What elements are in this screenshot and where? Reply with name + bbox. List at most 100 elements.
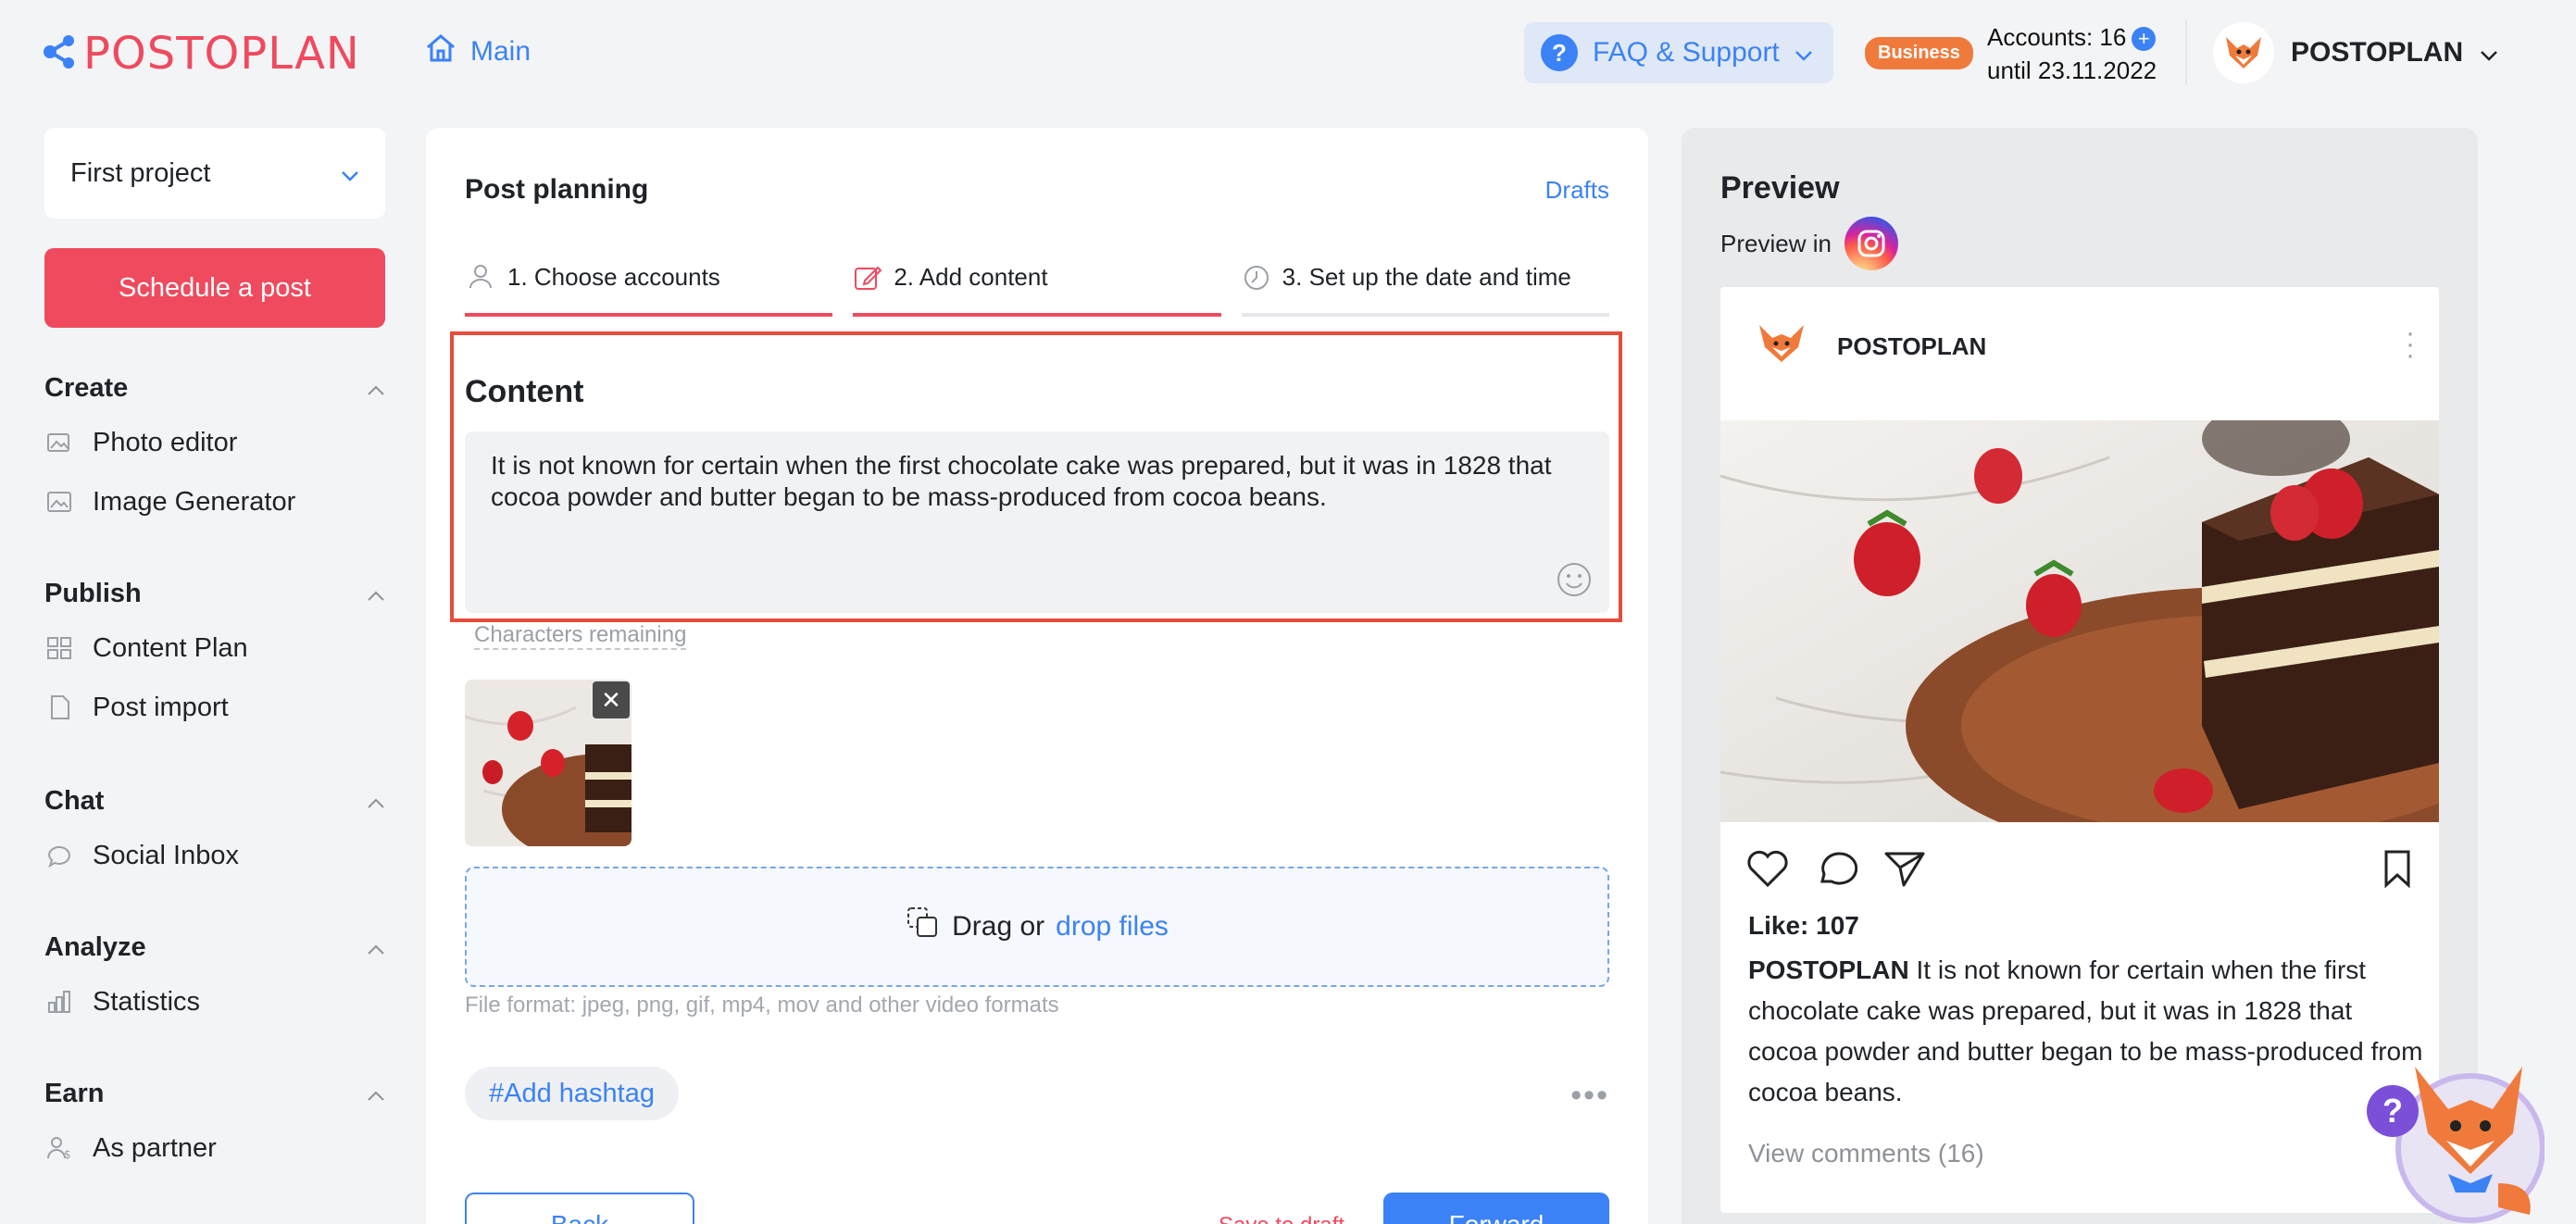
- nav-head-publish[interactable]: Publish: [44, 574, 385, 613]
- caption-user: POSTOPLAN: [1748, 955, 1909, 984]
- accounts-count: Accounts: 16: [1987, 23, 2127, 51]
- nav-title: Earn: [44, 1078, 105, 1108]
- post-caption: POSTOPLAN It is not known for certain wh…: [1748, 950, 2424, 1113]
- content-textarea[interactable]: It is not known for certain when the fir…: [465, 431, 1609, 613]
- chevron-down-icon: [1794, 37, 1813, 69]
- faq-support-button[interactable]: ? FAQ & Support: [1524, 22, 1833, 83]
- schedule-post-button[interactable]: Schedule a post: [44, 248, 385, 328]
- sidebar-item-as-partner[interactable]: $ As partner: [44, 1118, 385, 1178]
- nav-title: Create: [44, 372, 129, 403]
- step-label: 1. Choose accounts: [507, 263, 720, 291]
- preview-panel: Preview Preview in POSTOPLAN · · · Like:…: [1682, 128, 2478, 1224]
- csv-file-icon: [44, 693, 74, 722]
- project-select[interactable]: First project: [44, 128, 385, 219]
- sidebar-item-statistics[interactable]: Statistics: [44, 972, 385, 1031]
- view-comments-link[interactable]: View comments (16): [1748, 1139, 1984, 1168]
- help-assistant-button[interactable]: ?: [2359, 1044, 2545, 1224]
- emoji-icon[interactable]: [1556, 561, 1593, 598]
- faq-label: FAQ & Support: [1593, 37, 1780, 68]
- chevron-up-icon: [367, 786, 385, 817]
- save-to-draft-link[interactable]: Save to draft: [1219, 1213, 1344, 1224]
- characters-remaining[interactable]: Characters remaining: [474, 622, 687, 650]
- back-button[interactable]: Back: [465, 1193, 694, 1224]
- nav-section-chat: Chat Social Inbox: [44, 781, 385, 885]
- add-account-icon[interactable]: +: [2132, 27, 2157, 52]
- main-link-label: Main: [470, 36, 531, 67]
- preview-in: Preview in: [1720, 217, 1898, 270]
- user-menu[interactable]: POSTOPLAN: [2213, 22, 2498, 83]
- forward-button[interactable]: Forward: [1383, 1193, 1609, 1224]
- nav-section-analyze: Analyze Statistics: [44, 928, 385, 1031]
- bar-chart-icon: [44, 987, 74, 1017]
- sidebar-item-label: Statistics: [93, 986, 201, 1017]
- sidebar-item-photo-editor[interactable]: Photo editor: [44, 413, 385, 472]
- nav-title: Chat: [44, 785, 105, 816]
- sidebar-item-label: Image Generator: [93, 486, 296, 517]
- drop-files-link[interactable]: drop files: [1056, 911, 1169, 943]
- sidebar-item-image-generator[interactable]: Image Generator: [44, 472, 385, 531]
- photo-edit-icon: [44, 428, 74, 457]
- clock-icon: [1242, 263, 1271, 299]
- sidebar-item-post-import[interactable]: Post import: [44, 678, 385, 737]
- comment-icon[interactable]: [1815, 848, 1858, 893]
- sidebar-item-social-inbox[interactable]: Social Inbox: [44, 826, 385, 885]
- tab-choose-accounts[interactable]: 1. Choose accounts: [465, 263, 833, 317]
- project-name: First project: [70, 157, 211, 188]
- post-account-name: POSTOPLAN: [1837, 331, 1987, 360]
- panel-title: Post planning: [465, 174, 649, 205]
- instagram-icon[interactable]: [1844, 217, 1898, 270]
- file-dropzone[interactable]: Drag or drop files: [465, 867, 1609, 987]
- nav-head-create[interactable]: Create: [44, 368, 385, 407]
- home-icon: [424, 33, 457, 70]
- heart-icon[interactable]: [1746, 849, 1789, 893]
- sidebar-item-content-plan[interactable]: Content Plan: [44, 618, 385, 678]
- chevron-up-icon: [367, 1079, 385, 1109]
- main-link[interactable]: Main: [424, 33, 531, 70]
- share-icon: [43, 34, 76, 74]
- nav-head-earn[interactable]: Earn: [44, 1074, 385, 1113]
- post-image: [1720, 402, 2439, 865]
- svg-text:?: ?: [2382, 1092, 2403, 1130]
- nav-section-publish: Publish Content Plan Post import: [44, 574, 385, 737]
- tab-set-date-time[interactable]: 3. Set up the date and time: [1241, 263, 1609, 317]
- post-menu-icon[interactable]: · · ·: [2406, 319, 2415, 369]
- step-label: 3. Set up the date and time: [1282, 263, 1571, 291]
- partner-icon: $: [44, 1133, 74, 1163]
- instagram-post-preview: POSTOPLAN · · · Like: 107 POSTOPLAN It i…: [1720, 287, 2439, 1213]
- preview-in-label: Preview in: [1720, 229, 1832, 257]
- nav-head-analyze[interactable]: Analyze: [44, 928, 385, 967]
- plan-badge: Business: [1865, 37, 1973, 69]
- nav-section-earn: Earn $ As partner: [44, 1074, 385, 1178]
- accounts-until: until 23.11.2022: [1987, 56, 2157, 84]
- edit-icon: [853, 263, 882, 299]
- nav-section-create: Create Photo editor Image Generator: [44, 368, 385, 531]
- tab-add-content[interactable]: 2. Add content: [853, 263, 1221, 317]
- likes-count: Like: 107: [1748, 911, 1859, 940]
- nav-head-chat[interactable]: Chat: [44, 781, 385, 820]
- remove-image-icon[interactable]: ✕: [593, 681, 630, 718]
- nav-title: Analyze: [44, 931, 146, 962]
- more-options-icon[interactable]: •••: [1570, 1078, 1609, 1114]
- chat-bubble-icon: [44, 841, 74, 870]
- sidebar-item-label: Content Plan: [93, 632, 248, 663]
- bookmark-icon[interactable]: [2382, 849, 2413, 893]
- nav-title: Publish: [44, 578, 142, 608]
- send-icon[interactable]: [1883, 849, 1926, 893]
- sidebar-item-label: Photo editor: [93, 427, 238, 457]
- drafts-link[interactable]: Drafts: [1545, 176, 1609, 205]
- preview-title: Preview: [1720, 170, 1840, 206]
- content-title: Content: [465, 374, 584, 409]
- back-label: Back: [551, 1210, 608, 1224]
- chevron-down-icon: [2480, 37, 2498, 69]
- chevron-up-icon: [367, 579, 385, 609]
- content-text: It is not known for certain when the fir…: [491, 451, 1552, 511]
- sidebar-item-label: As partner: [93, 1132, 217, 1163]
- sidebar-item-label: Social Inbox: [93, 840, 239, 870]
- add-hashtag-button[interactable]: #Add hashtag: [465, 1067, 679, 1120]
- users-icon: [465, 263, 496, 297]
- chevron-up-icon: [367, 932, 385, 963]
- attached-image-thumbnail[interactable]: ✕: [465, 680, 631, 846]
- post-header: POSTOPLAN: [1720, 287, 2439, 406]
- grid-icon: [44, 633, 74, 663]
- postoplan-logo[interactable]: POSTOPLAN: [43, 28, 360, 80]
